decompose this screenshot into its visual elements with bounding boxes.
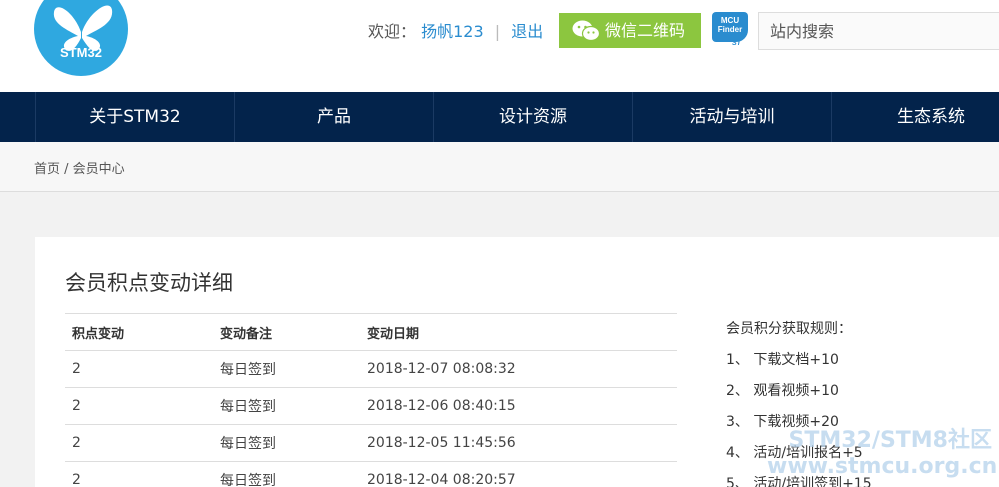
site-search	[758, 12, 999, 50]
header-points-change: 积点变动	[65, 313, 213, 351]
rule-item: 2、 观看视频+10	[726, 383, 839, 399]
nav-item-about[interactable]: 关于STM32	[35, 92, 234, 142]
site-header: STM32 欢迎： 扬帆123 | 退出 微信二维码 MCU Finder ST	[0, 0, 999, 92]
table-row: 2 每日签到 2018-12-05 11:45:56	[65, 424, 677, 462]
cell-note: 每日签到	[213, 350, 360, 388]
watermark-line2: www.stmcu.org.cn	[767, 454, 998, 479]
breadcrumb[interactable]: 首页 / 会员中心	[34, 158, 125, 177]
mcu-finder-box: MCU Finder	[712, 12, 748, 42]
cell-date: 2018-12-07 08:08:32	[360, 350, 677, 388]
nav-item-products[interactable]: 产品	[234, 92, 433, 142]
cell-change: 2	[65, 424, 213, 462]
nav-item-ecosystem[interactable]: 生态系统	[831, 92, 999, 142]
table-row: 2 每日签到 2018-12-06 08:40:15	[65, 387, 677, 425]
cell-date: 2018-12-06 08:40:15	[360, 387, 677, 425]
page-title: 会员积点变动详细	[65, 271, 233, 295]
points-table: 积点变动 变动备注 变动日期 2 每日签到 2018-12-07 08:08:3…	[65, 313, 677, 487]
stm32-logo[interactable]: STM32	[34, 0, 128, 76]
table-header-row: 积点变动 变动备注 变动日期	[65, 313, 677, 351]
butterfly-icon	[53, 5, 113, 51]
cell-note: 每日签到	[213, 387, 360, 425]
logo-text: STM32	[60, 45, 102, 60]
mcu-finder-line1: MCU	[720, 16, 740, 25]
st-brand-mark: ST	[732, 40, 741, 47]
welcome-area: 欢迎： 扬帆123 | 退出	[368, 20, 543, 44]
username-link[interactable]: 扬帆123	[421, 22, 484, 41]
search-input[interactable]	[759, 13, 999, 49]
watermark-line1: STM32/STM8社区	[788, 428, 992, 453]
welcome-label: 欢迎：	[368, 22, 417, 41]
cell-change: 2	[65, 350, 213, 388]
nav-item-events-training[interactable]: 活动与培训	[632, 92, 831, 142]
site-watermark: STM32/STM8社区 www.stmcu.org.cn	[767, 428, 998, 480]
main-nav: 关于STM32 产品 设计资源 活动与培训 生态系统	[0, 92, 999, 142]
rule-item: 1、 下载文档+10	[726, 352, 839, 368]
header-change-date: 变动日期	[360, 313, 677, 351]
mcu-finder-icon[interactable]: MCU Finder ST	[712, 12, 748, 47]
rules-title: 会员积分获取规则：	[726, 321, 852, 337]
mcu-finder-line2: Finder	[717, 25, 743, 34]
logout-link[interactable]: 退出	[511, 22, 543, 41]
wechat-button-label: 微信二维码	[605, 21, 686, 40]
table-row: 2 每日签到 2018-12-07 08:08:32	[65, 350, 677, 388]
breadcrumb-bar: 首页 / 会员中心	[0, 142, 999, 192]
cell-change: 2	[65, 387, 213, 425]
cell-change: 2	[65, 461, 213, 487]
cell-note: 每日签到	[213, 424, 360, 462]
header-change-note: 变动备注	[213, 313, 360, 351]
nav-item-design-resources[interactable]: 设计资源	[433, 92, 632, 142]
wechat-icon	[572, 20, 600, 42]
cell-date: 2018-12-04 08:20:57	[360, 461, 677, 487]
wechat-qrcode-button[interactable]: 微信二维码	[559, 13, 701, 48]
separator: |	[494, 22, 501, 41]
cell-note: 每日签到	[213, 461, 360, 487]
table-row: 2 每日签到 2018-12-04 08:20:57	[65, 461, 677, 487]
cell-date: 2018-12-05 11:45:56	[360, 424, 677, 462]
